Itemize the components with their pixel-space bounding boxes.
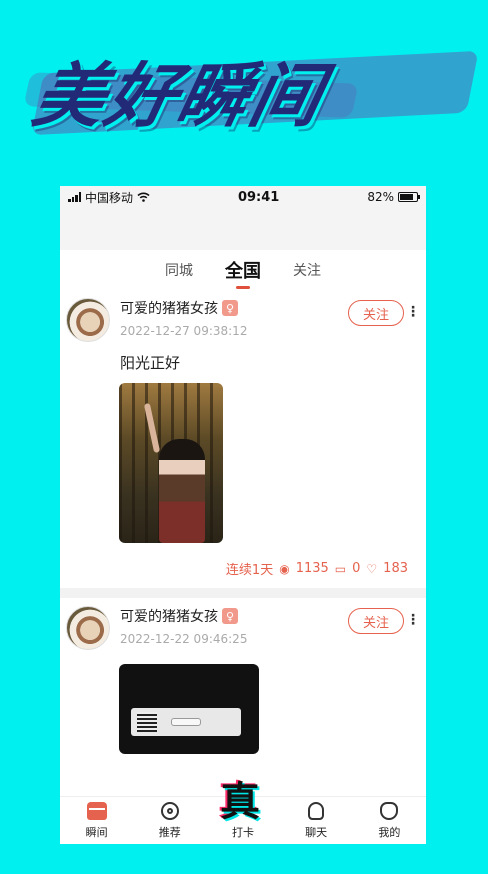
avatar[interactable]	[66, 298, 110, 342]
view-count: 1135	[295, 561, 329, 576]
heart-icon[interactable]: ♡	[366, 562, 377, 576]
follow-button[interactable]: 关注	[348, 300, 404, 326]
signal-icon	[68, 192, 81, 202]
status-time: 09:41	[237, 189, 280, 205]
username[interactable]: 可爱的猪猪女孩	[120, 298, 218, 318]
tab-nationwide[interactable]: 全国	[225, 257, 261, 283]
female-icon: ♀	[222, 300, 238, 316]
tabbar-label: 聊天	[305, 826, 328, 839]
promo-banner: 美好瞬间	[22, 32, 479, 144]
post-timestamp: 2022-12-22 09:46:25	[120, 632, 248, 646]
zhen-badge[interactable]: 真	[212, 774, 268, 825]
tab-following[interactable]: 关注	[293, 260, 321, 280]
post-text: 阳光正好	[120, 354, 181, 372]
tabbar-item-moments[interactable]: 瞬间	[67, 800, 127, 840]
profile-icon	[380, 802, 399, 820]
tabbar-label: 我的	[378, 826, 401, 839]
avatar[interactable]	[66, 606, 110, 650]
post-card[interactable]: 可爱的猪猪女孩 ♀ 2022-12-22 09:46:25 关注 ⋮	[60, 598, 426, 764]
carrier-label: 中国移动	[85, 190, 134, 205]
post-photo[interactable]	[119, 664, 259, 754]
tabbar-item-recommend[interactable]: 推荐	[140, 800, 200, 840]
battery-icon	[397, 192, 420, 202]
divider	[60, 588, 426, 598]
tabbar-item-chat[interactable]: 聊天	[286, 800, 346, 840]
username[interactable]: 可爱的猪猪女孩	[120, 606, 218, 626]
status-bar: 中国移动 09:41 82%	[60, 186, 426, 208]
post-card[interactable]: 可爱的猪猪女孩 ♀ 2022-12-27 09:38:12 关注 ⋮ 阳光正好 …	[60, 290, 426, 588]
like-count: 183	[383, 561, 408, 576]
comment-count: 0	[352, 561, 361, 576]
battery-percent: 82%	[367, 190, 394, 204]
more-options-icon[interactable]: ⋮	[406, 304, 420, 320]
tabbar-label: 瞬间	[85, 826, 108, 839]
follow-button[interactable]: 关注	[348, 608, 404, 634]
tabbar-item-profile[interactable]: 我的	[359, 800, 419, 840]
streak-label: 连续1天	[225, 563, 274, 578]
location-icon	[160, 802, 179, 820]
post-timestamp: 2022-12-27 09:38:12	[120, 324, 248, 338]
chat-bulb-icon	[308, 802, 325, 820]
eye-icon: ◉	[279, 561, 290, 576]
comment-icon[interactable]: ▭	[335, 562, 346, 576]
feed-tabs: 同城 全国 关注	[60, 250, 426, 290]
tabbar-label: 推荐	[158, 826, 181, 839]
post-stats: 连续1天 ◉ 1135 ▭ 0 ♡ 183	[66, 559, 420, 578]
moments-icon	[86, 802, 107, 820]
tab-local[interactable]: 同城	[165, 260, 193, 280]
wifi-icon	[137, 192, 150, 202]
female-icon: ♀	[222, 608, 238, 624]
banner-title: 美好瞬间	[26, 55, 332, 137]
more-options-icon[interactable]: ⋮	[406, 612, 420, 628]
nav-bar	[60, 208, 426, 250]
post-photo[interactable]	[119, 383, 223, 543]
phone-screen: 中国移动 09:41 82% 同城 全国 关注 可爱的猪猪女孩 ♀ 2022-1…	[60, 186, 426, 844]
